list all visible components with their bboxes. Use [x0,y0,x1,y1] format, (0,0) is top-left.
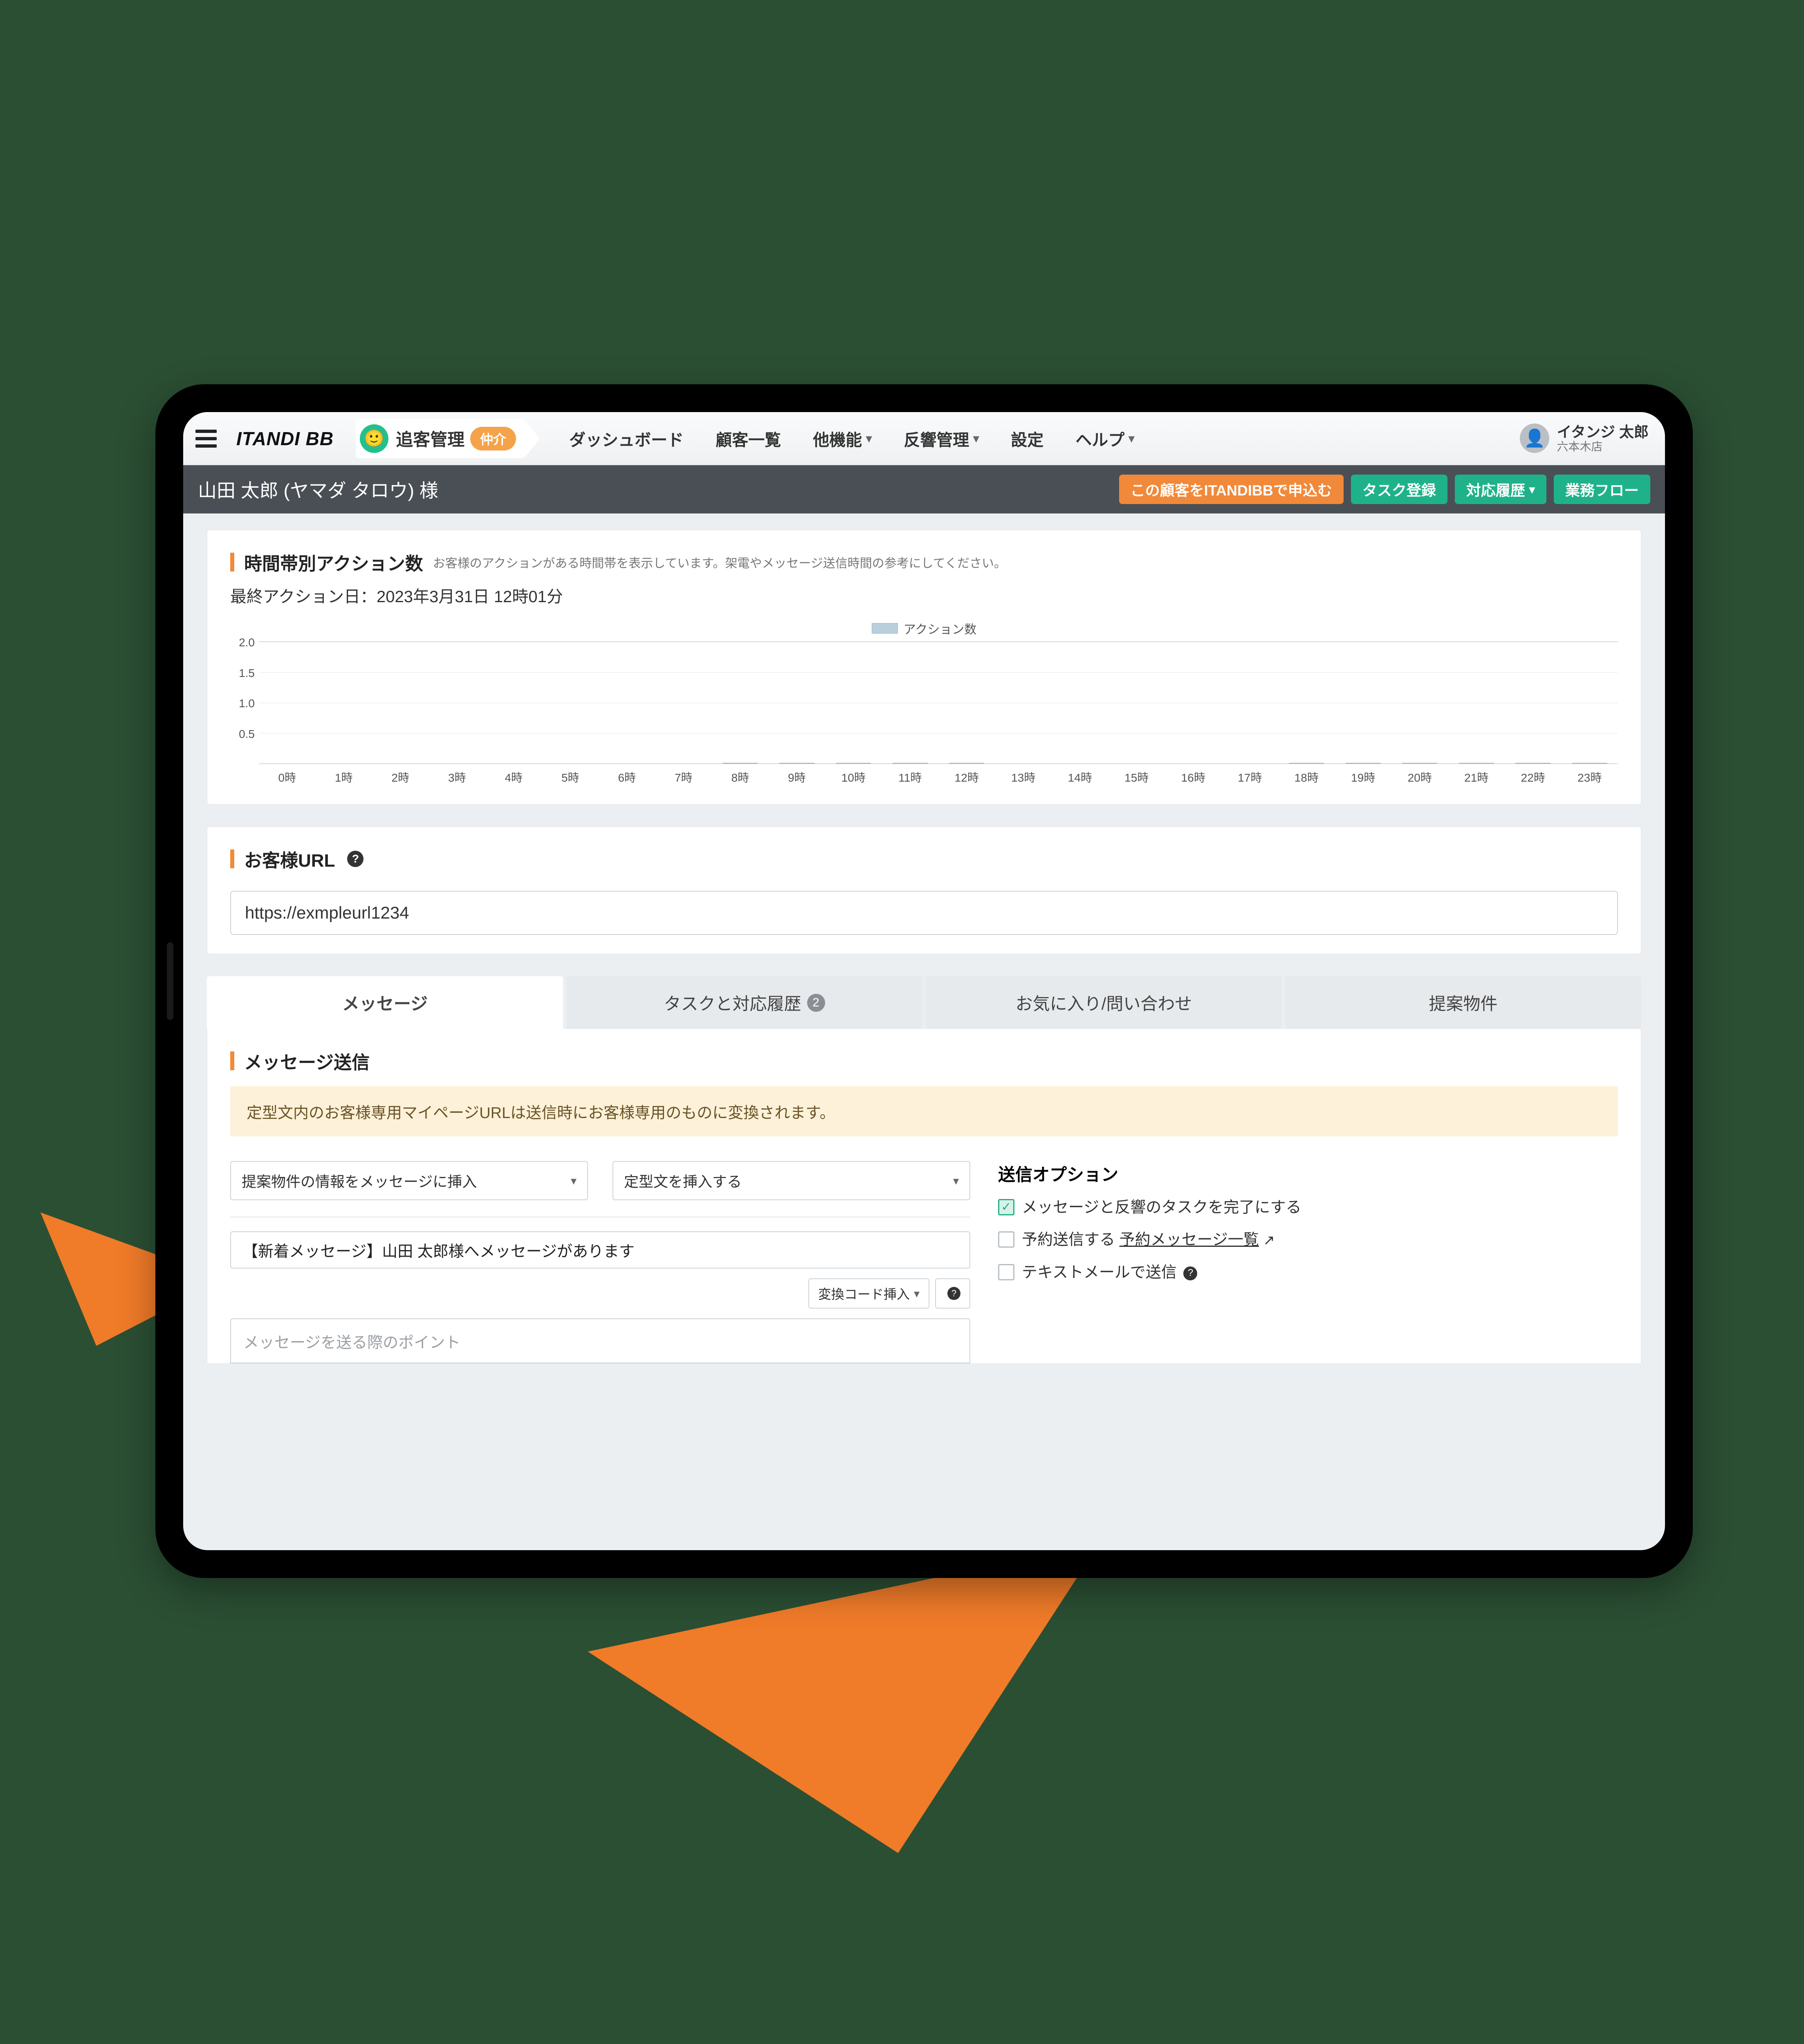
customer-subheader: 山田 太郎 (ヤマダ タロウ) 様 この顧客をITANDIBBで申込む タスク登… [183,465,1665,513]
chevron-down-icon: ▾ [973,432,979,445]
opt-textmail-label: テキストメールで送信 [1022,1264,1177,1281]
tab-task[interactable]: タスクと対応履歴 2 [566,976,922,1029]
insert-template-label: 定型文を挿入する [624,1170,742,1191]
insert-code-label: 変換コード挿入 [818,1284,910,1303]
customer-url-card: お客様URL ? [207,827,1641,954]
history-button-label: 対応履歴 [1466,479,1525,500]
help-icon[interactable]: ? [347,851,363,867]
chevron-down-icon: ▾ [1129,432,1134,445]
url-title: お客様URL ? [230,846,1618,872]
tab-message[interactable]: メッセージ [207,976,563,1029]
task-count-badge: 2 [807,994,825,1012]
menu-icon[interactable] [194,426,218,451]
decorative-triangle-bottom [588,1543,1154,1907]
chart-x-labels: 0時1時2時3時4時5時6時7時8時9時10時11時12時13時14時15時16… [259,769,1618,785]
hourly-action-card: 時間帯別アクション数 お客様のアクションがある時間帯を表示しています。架電やメッ… [207,530,1641,805]
nav-other[interactable]: 他機能 ▾ [801,421,884,456]
tab-proposal[interactable]: 提案物件 [1285,976,1641,1029]
schedule-list-link[interactable]: 予約メッセージ一覧 [1120,1231,1259,1248]
hourly-title-text: 時間帯別アクション数 [244,549,423,575]
checkbox-icon [998,1264,1014,1280]
checkbox-icon: ✓ [998,1199,1014,1215]
opt-schedule[interactable]: 予約送信する 予約メッセージ一覧 ↗ [998,1230,1618,1251]
workflow-button[interactable]: 業務フロー [1554,475,1650,504]
content-scroll[interactable]: 時間帯別アクション数 お客様のアクションがある時間帯を表示しています。架電やメッ… [183,513,1665,1550]
nav-dashboard[interactable]: ダッシュボード [557,421,696,456]
last-action-text: 最終アクション日：2023年3月31日 12時01分 [230,583,1618,607]
subject-input[interactable] [230,1231,970,1269]
insert-property-select[interactable]: 提案物件の情報をメッセージに挿入 ▾ [230,1161,588,1200]
checkbox-icon [998,1231,1014,1248]
module-name: 追客管理 [396,426,464,451]
msg-title: メッセージ送信 [230,1048,1618,1074]
chevron-down-icon: ▾ [914,1287,920,1300]
nav-reaction-label: 反響管理 [904,427,969,450]
user-menu[interactable]: 👤 イタンジ 太郎 六本木店 [1520,424,1649,454]
task-register-button[interactable]: タスク登録 [1351,475,1447,504]
chevron-down-icon: ▾ [953,1174,959,1188]
nav-customers[interactable]: 顧客一覧 [703,421,793,456]
chart-bars [259,642,1618,764]
insert-property-label: 提案物件の情報をメッセージに挿入 [242,1170,477,1191]
chevron-down-icon: ▾ [866,432,872,445]
history-button[interactable]: 対応履歴 ▾ [1455,475,1546,504]
avatar-icon: 👤 [1520,424,1549,453]
msg-title-text: メッセージ送信 [244,1048,370,1074]
module-badge: 仲介 [470,427,516,450]
hourly-chart: アクション数 2.01.51.00.5 0時1時2時3時4時5時6時7時8時9時… [230,619,1618,785]
module-chip[interactable]: 🙂 追客管理 仲介 [356,419,524,458]
nav-help[interactable]: ヘルプ ▾ [1063,421,1147,456]
opt-complete[interactable]: ✓ メッセージと反響のタスクを完了にする [998,1197,1618,1218]
tab-favorite[interactable]: お気に入り/問い合わせ [926,976,1282,1029]
module-icon: 🙂 [360,424,388,453]
user-name: イタンジ 太郎 [1557,424,1649,440]
hourly-subtitle: お客様のアクションがある時間帯を表示しています。架電やメッセージ送信時間の参考に… [433,553,1006,571]
nav-items: ダッシュボード 顧客一覧 他機能 ▾ 反響管理 ▾ 設定 ヘルプ ▾ [557,421,1147,456]
apply-button[interactable]: この顧客をITANDIBBで申込む [1119,475,1344,504]
nav-help-label: ヘルプ [1075,427,1124,450]
tab-task-label: タスクと対応履歴 [664,990,801,1015]
top-nav: ITANDI BB 🙂 追客管理 仲介 ダッシュボード 顧客一覧 他機能 ▾ 反… [183,412,1665,465]
insert-code-button[interactable]: 変換コード挿入 ▾ [808,1278,929,1309]
chevron-down-icon: ▾ [1529,483,1535,496]
hourly-title: 時間帯別アクション数 お客様のアクションがある時間帯を表示しています。架電やメッ… [230,549,1618,575]
message-body-input[interactable]: メッセージを送る際のポイント [230,1318,970,1363]
legend-label: アクション数 [904,619,977,637]
message-panel: メッセージ送信 定型文内のお客様専用マイページURLは送信時にお客様専用のものに… [207,1029,1641,1364]
insert-template-select[interactable]: 定型文を挿入する ▾ [613,1161,970,1200]
nav-settings[interactable]: 設定 [998,421,1056,456]
chart-legend: アクション数 [230,619,1618,637]
help-icon: ? [947,1287,960,1300]
app-screen: ITANDI BB 🙂 追客管理 仲介 ダッシュボード 顧客一覧 他機能 ▾ 反… [183,412,1665,1550]
nav-other-label: 他機能 [813,427,862,450]
send-options: 送信オプション ✓ メッセージと反響のタスクを完了にする 予約送信する 予約メッ… [998,1161,1618,1363]
opt-complete-label: メッセージと反響のタスクを完了にする [1022,1197,1301,1218]
legend-swatch [872,623,898,634]
msg-notice: 定型文内のお客様専用マイページURLは送信時にお客様専用のものに変換されます。 [230,1086,1618,1136]
url-title-text: お客様URL [244,846,335,872]
compose-left: 提案物件の情報をメッセージに挿入 ▾ 定型文を挿入する ▾ [230,1161,970,1363]
chevron-down-icon: ▾ [571,1174,577,1188]
help-code-button[interactable]: ? [935,1278,970,1309]
customer-name: 山田 太郎 (ヤマダ タロウ) 様 [198,476,438,503]
chart-y-labels: 2.01.51.00.5 [230,636,255,758]
help-icon[interactable]: ? [1183,1266,1197,1280]
opt-textmail[interactable]: テキストメールで送信 ? [998,1262,1618,1283]
detail-tabs: メッセージ タスクと対応履歴 2 お気に入り/問い合わせ 提案物件 [207,976,1641,1029]
nav-reaction[interactable]: 反響管理 ▾ [891,421,991,456]
tablet-home-indicator [167,942,173,1020]
opt-schedule-label: 予約送信する [1022,1231,1115,1248]
external-link-icon: ↗ [1263,1233,1275,1248]
brand-logo: ITANDI BB [236,428,334,450]
tablet-frame: ITANDI BB 🙂 追客管理 仲介 ダッシュボード 顧客一覧 他機能 ▾ 反… [155,384,1693,1578]
user-shop: 六本木店 [1557,440,1649,453]
send-options-title: 送信オプション [998,1161,1618,1186]
customer-url-input[interactable] [230,891,1618,935]
